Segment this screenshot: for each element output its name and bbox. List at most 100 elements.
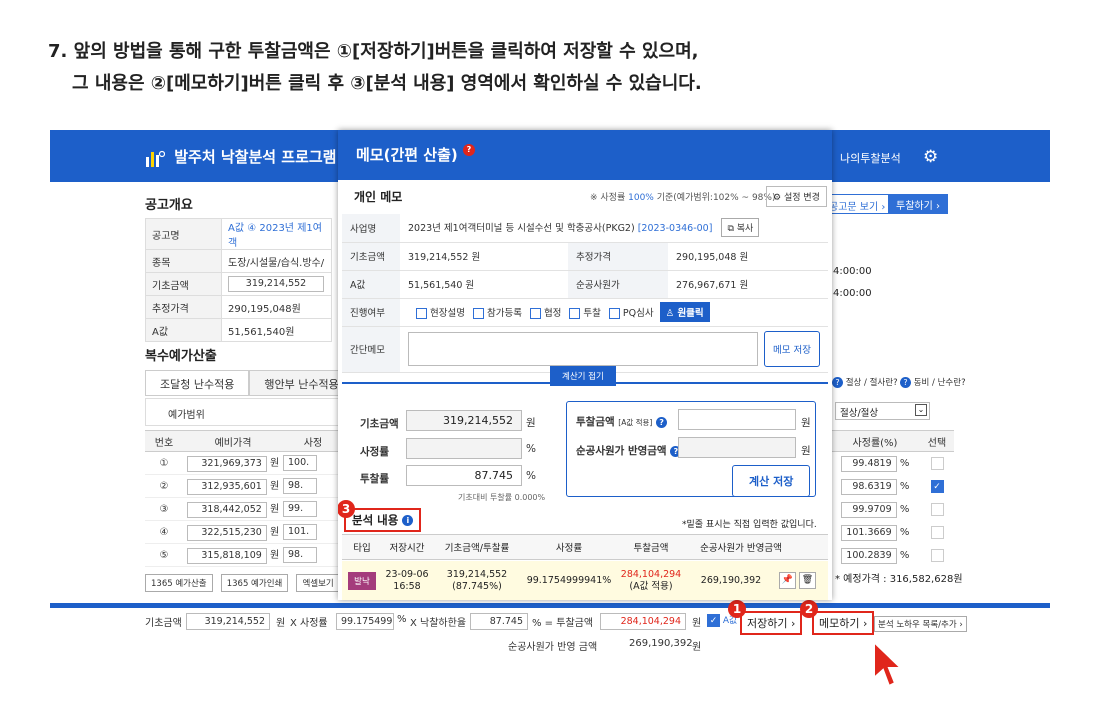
row-bid-amount: 284,104,294 (620, 568, 682, 580)
tab-bar: 조달청 난수적용 행안부 난수적용 (145, 370, 354, 396)
notice-code-link[interactable]: [2023-0346-00] (638, 223, 713, 234)
net-cell: 269,190,392 (700, 575, 762, 586)
bid-amount-field (678, 409, 796, 430)
save-button[interactable]: 저장하기 › (740, 611, 803, 635)
memo-button[interactable]: 메모하기 › (812, 611, 875, 635)
knowhow-button[interactable]: 분석 노하우 목록/추가 › (874, 616, 967, 632)
table-row: 추정가격 290,195,048원 (145, 295, 332, 319)
progress-label: 현장설명 (430, 308, 465, 319)
table-row: 공고명 A값 ④ 2023년 제1여객 (145, 218, 332, 250)
net-amount-field (678, 437, 796, 458)
input-hint: *밑줄 표시는 직접 입력한 값입니다. (682, 520, 817, 530)
bid-button[interactable]: 투찰하기 › (888, 194, 948, 214)
estimated-price: * 예정가격 : 316,582,628원 (835, 574, 963, 585)
progress-checkbox[interactable]: 현장설명 (408, 308, 465, 319)
table-row: 종목 도장/시설물/습식.방수/ (145, 249, 332, 273)
price-field[interactable]: 318,442,052 (186, 502, 267, 518)
rate-input[interactable]: 99.175499 (336, 613, 394, 630)
info-value[interactable]: A값 ④ 2023년 제1여객 (221, 218, 332, 250)
rate-field[interactable]: 99. (283, 501, 317, 517)
deadline-time-2: 4:00:00 (833, 288, 872, 299)
memo-info-table: 사업명 2023년 제1여객터미널 등 시설수선 및 학충공사(PKG2) [20… (342, 214, 828, 373)
rate-cell: 100.2839 % (830, 547, 920, 564)
select-checkbox[interactable] (930, 526, 944, 539)
gear-icon[interactable]: ⚙ (923, 147, 938, 167)
question-icon[interactable]: ? (656, 416, 668, 428)
progress-checkbox[interactable]: PQ심사 (601, 308, 654, 319)
rate-cell: 101.3669 % (830, 524, 920, 541)
help-icon[interactable]: ? (462, 144, 475, 156)
row-bid-note: (A값 적용) (629, 580, 673, 592)
table-row: ④ 322,515,230 원 101. (145, 521, 343, 544)
low-rate-input[interactable]: 87.745 (470, 613, 528, 630)
progress-checkbox[interactable]: 참가등록 (465, 308, 522, 319)
help-round[interactable]: ? 절상 / 절사란? (832, 376, 898, 388)
memo-textarea[interactable] (408, 332, 758, 366)
col-price: 예비가격 (214, 437, 252, 449)
calc-save-button[interactable]: 계산 저장 (732, 465, 811, 497)
calc-bid-rate-label: 투찰률 (360, 473, 389, 485)
info-label: 간단메모 (342, 326, 400, 373)
analysis-title: 분석 내용 i (344, 508, 422, 532)
price-field[interactable]: 312,935,601 (186, 479, 267, 495)
trash-icon[interactable]: 🗑 (799, 572, 816, 589)
info-icon[interactable]: i (402, 515, 414, 526)
table-header: 번호 예비가격 사정 (145, 430, 343, 452)
select-checkbox[interactable]: ✓ (930, 480, 944, 493)
price-field[interactable]: 322,515,230 (186, 525, 267, 541)
pct-unit: % (899, 526, 910, 538)
select-checkbox[interactable] (930, 457, 944, 470)
select-checkbox[interactable] (930, 549, 944, 562)
copy-button[interactable]: ⧉ 복사 (721, 218, 760, 238)
app-logo[interactable]: 발주처 낙찰분석 프로그램 (145, 146, 336, 167)
rate-field[interactable]: 98. (283, 478, 317, 494)
tab-pps-random[interactable]: 조달청 난수적용 (145, 370, 250, 396)
calc-rate-input[interactable] (406, 438, 522, 459)
calc-bid-rate-input[interactable]: 87.745 (406, 465, 522, 486)
won-unit: 원 (692, 642, 702, 653)
rate-field[interactable]: 99.9709 (840, 501, 897, 518)
progress-checkbox[interactable]: 협정 (522, 308, 561, 319)
base-amount-input[interactable]: 319,214,552 (186, 613, 270, 630)
help-random[interactable]: ? 동비 / 난수란? (900, 376, 966, 388)
bottom-calc-bar: 기초금액 319,214,552 원 X 사정률 99.175499 % X 낙… (0, 610, 1100, 670)
rate-cell: 98. (283, 547, 323, 563)
select-checkbox[interactable] (930, 503, 944, 516)
rate-field[interactable]: 100. (283, 455, 317, 471)
rate-field[interactable]: 100.2839 (840, 547, 897, 564)
round-select[interactable]: 절상/절상 ⌄ (835, 402, 930, 420)
calc-base-input[interactable]: 319,214,552 (406, 410, 522, 431)
rate-field[interactable]: 98.6319 (840, 478, 897, 495)
calc-1365-button[interactable]: 1365 예가산출 (145, 574, 213, 592)
personal-memo-title: 개인 메모 (354, 190, 403, 204)
rate-field[interactable]: 101. (283, 524, 317, 540)
rate-cell: 98.6319 % (830, 478, 920, 495)
bar-chart-icon (146, 150, 165, 167)
bid-cell: 284,104,294 (A값 적용) (616, 569, 686, 593)
table-row: 101.3669 % (830, 521, 954, 544)
section-title-overview: 공고개요 (145, 198, 193, 213)
won-unit: 원 (269, 481, 280, 492)
print-1365-button[interactable]: 1365 예가인쇄 (220, 574, 289, 592)
info-label: A값 (342, 270, 400, 299)
progress-checkbox[interactable]: 투찰 (561, 308, 601, 319)
rate-field[interactable]: 98. (283, 547, 317, 563)
bid-amount-text: 투찰금액 (576, 416, 615, 428)
saved-date: 23-09-06 (385, 568, 429, 580)
collapse-calculator-button[interactable]: 계산기 접기 (550, 366, 616, 386)
price-field[interactable]: 315,818,109 (186, 548, 267, 564)
excel-view-button[interactable]: 엑셀보기 (296, 574, 340, 592)
type-badge: 발낙 (348, 571, 376, 590)
info-label: 기초금액 (342, 242, 400, 271)
row-no: ② (159, 480, 169, 492)
my-bid-analysis-link[interactable]: 나의투찰분석 (840, 150, 901, 166)
settings-button[interactable]: ⚙ 설정 변경 (766, 186, 827, 207)
one-click-button[interactable]: ♙ 원클릭 (659, 302, 710, 322)
memo-save-button[interactable]: 메모 저장 (764, 331, 820, 367)
info-label: 추정가격 (568, 242, 668, 271)
price-field[interactable]: 321,969,373 (186, 456, 267, 472)
memo-label: 메모하기 (819, 617, 860, 630)
pin-icon[interactable]: 📌 (779, 572, 796, 589)
rate-field[interactable]: 99.4819 (840, 455, 897, 472)
rate-field[interactable]: 101.3669 (840, 524, 897, 541)
